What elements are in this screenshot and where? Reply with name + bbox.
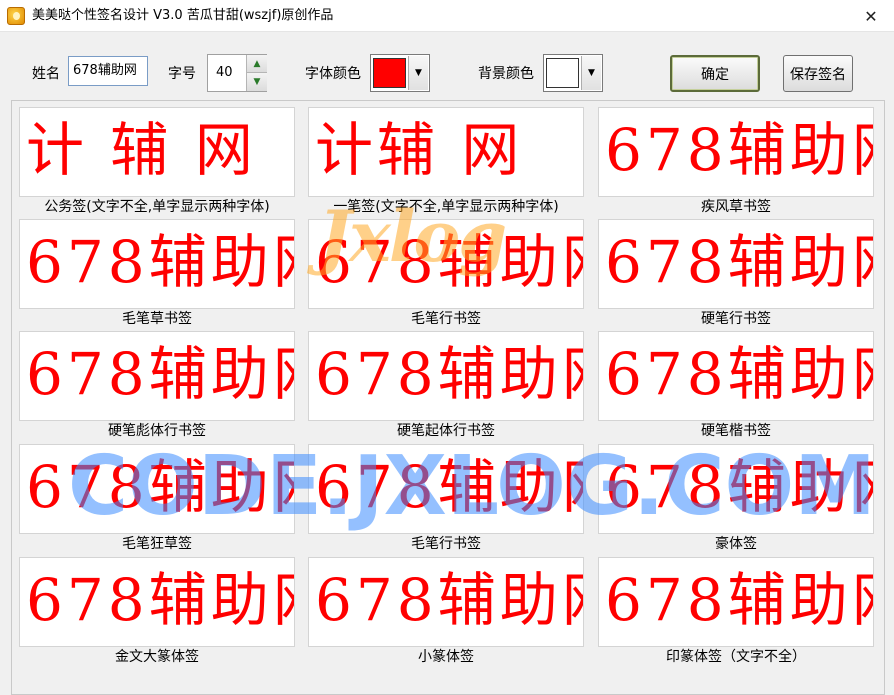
bg-color-label: 背景颜色 xyxy=(478,66,534,82)
signature-caption: 毛笔行书签 xyxy=(411,311,481,327)
signature-preview[interactable]: 678辅助网 xyxy=(598,557,874,647)
signature-preview[interactable]: 678辅助网 xyxy=(19,331,295,421)
signature-caption: 金文大篆体签 xyxy=(115,649,199,665)
name-input[interactable]: 678辅助网 xyxy=(68,56,148,86)
signature-grid: 计 辅 网公务签(文字不全,单字显示两种字体) 计辅 网一笔签(文字不全,单字显示… xyxy=(11,100,885,695)
signature-preview[interactable]: 678辅助网 xyxy=(598,444,874,534)
signature-text: 678辅助网 xyxy=(605,228,873,296)
signature-caption: 毛笔行书签 xyxy=(411,536,481,552)
signature-preview[interactable]: 678辅助网 xyxy=(308,219,584,309)
font-color-dropdown-button[interactable]: ▼ xyxy=(408,56,428,90)
close-icon: ✕ xyxy=(864,6,878,26)
spin-down-button[interactable]: ▼ xyxy=(246,73,267,91)
signature-text: 678辅助网 xyxy=(315,566,583,634)
signature-preview[interactable]: 678辅助网 xyxy=(308,444,584,534)
size-label: 字号 xyxy=(168,66,196,82)
signature-preview[interactable]: 678辅助网 xyxy=(308,557,584,647)
signature-caption: 硬笔起体行书签 xyxy=(397,423,495,439)
signature-caption: 公务签(文字不全,单字显示两种字体) xyxy=(44,199,270,215)
signature-preview[interactable]: 678辅助网 xyxy=(19,219,295,309)
arrow-down-icon: ▼ xyxy=(253,77,261,87)
signature-caption: 毛笔草书签 xyxy=(122,311,192,327)
app-icon xyxy=(7,7,25,25)
font-size-spinner[interactable]: 40 ▲ ▼ xyxy=(207,54,267,92)
bg-color-dropdown-button[interactable]: ▼ xyxy=(581,56,601,90)
window-title: 美美哒个性签名设计 V3.0 苦瓜甘甜(wszjf)原创作品 xyxy=(32,8,334,23)
font-color-swatch[interactable] xyxy=(373,58,406,88)
signature-text: 678辅助网 xyxy=(605,116,873,184)
signature-caption: 硬笔行书签 xyxy=(701,311,771,327)
arrow-up-icon: ▲ xyxy=(253,58,261,69)
bg-color-picker[interactable]: ▼ xyxy=(543,54,603,92)
title-bar: 美美哒个性签名设计 V3.0 苦瓜甘甜(wszjf)原创作品 ✕ xyxy=(0,0,894,32)
signature-text: 678辅助网 xyxy=(605,566,873,634)
name-label: 姓名 xyxy=(32,66,60,82)
signature-text: 678辅助网 xyxy=(315,340,583,408)
signature-caption: 硬笔彪体行书签 xyxy=(108,423,206,439)
signature-preview[interactable]: 678辅助网 xyxy=(308,331,584,421)
signature-text: 678辅助网 xyxy=(26,340,294,408)
signature-preview[interactable]: 678辅助网 xyxy=(598,219,874,309)
signature-text: 678辅助网 xyxy=(315,228,583,296)
signature-preview[interactable]: 678辅助网 xyxy=(19,557,295,647)
signature-text: 678辅助网 xyxy=(26,566,294,634)
font-color-label: 字体颜色 xyxy=(305,66,361,82)
signature-text: 678辅助网 xyxy=(605,340,873,408)
signature-preview[interactable]: 计 辅 网 xyxy=(19,107,295,197)
signature-text: 678辅助网 xyxy=(26,228,294,296)
font-size-value[interactable]: 40 xyxy=(216,64,233,82)
signature-preview[interactable]: 678辅助网 xyxy=(598,107,874,197)
signature-caption: 硬笔楷书签 xyxy=(701,423,771,439)
signature-preview[interactable]: 678辅助网 xyxy=(19,444,295,534)
font-color-picker[interactable]: ▼ xyxy=(370,54,430,92)
signature-caption: 一笔签(文字不全,单字显示两种字体) xyxy=(333,199,559,215)
signature-caption: 疾风草书签 xyxy=(701,199,771,215)
signature-text: 678辅助网 xyxy=(315,453,583,521)
signature-text: 678辅助网 xyxy=(26,453,294,521)
spin-up-button[interactable]: ▲ xyxy=(246,55,267,73)
close-button[interactable]: ✕ xyxy=(848,0,894,32)
signature-text: 计 辅 网 xyxy=(26,116,257,184)
signature-caption: 小篆体签 xyxy=(418,649,474,665)
confirm-button[interactable]: 确定 xyxy=(670,55,760,92)
signature-preview[interactable]: 678辅助网 xyxy=(598,331,874,421)
signature-text: 计辅 网 xyxy=(315,116,524,184)
save-signature-button[interactable]: 保存签名 xyxy=(783,55,853,92)
main-window: 姓名 678辅助网 字号 40 ▲ ▼ 字体颜色 ▼ 背景颜色 ▼ 确定 保存签… xyxy=(0,32,894,695)
bg-color-swatch[interactable] xyxy=(546,58,579,88)
signature-preview[interactable]: 计辅 网 xyxy=(308,107,584,197)
signature-text: 678辅助网 xyxy=(605,453,873,521)
chevron-down-icon: ▼ xyxy=(588,68,595,78)
signature-caption: 印篆体签（文字不全） xyxy=(666,649,806,665)
chevron-down-icon: ▼ xyxy=(415,68,422,78)
signature-caption: 豪体签 xyxy=(715,536,757,552)
signature-caption: 毛笔狂草签 xyxy=(122,536,192,552)
